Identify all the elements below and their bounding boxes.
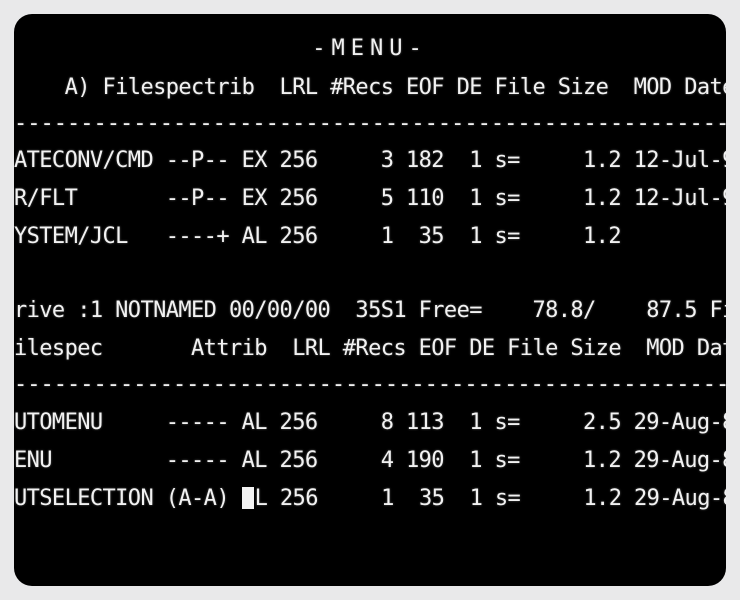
file-row[interactable]: UTOMENU ----- AL 256 8 113 1 s= 2.5 29-A… <box>14 410 726 436</box>
menu-title: -MENU- <box>312 36 428 61</box>
monitor-bezel: -MENU- A) Filespectrib LRL #Recs EOF DE … <box>0 0 740 600</box>
file-row[interactable]: ENU ----- AL 256 4 190 1 s= 1.2 29-Aug-8… <box>14 448 726 474</box>
text-cursor-icon <box>241 487 254 509</box>
file-row-selected[interactable]: UTSELECTION (A-A) L 256 1 35 1 s= 1.2 29… <box>14 486 726 512</box>
column-header-secondary: ilespec Attrib LRL #Recs EOF DE File Siz… <box>14 336 726 361</box>
terminal-screen[interactable]: -MENU- A) Filespectrib LRL #Recs EOF DE … <box>14 14 726 586</box>
divider-bottom: ----------------------------------------… <box>14 372 726 397</box>
divider-top: ----------------------------------------… <box>14 111 726 136</box>
drive-status-line: rive :1 NOTNAMED 00/00/00 35S1 Free= 78.… <box>14 298 726 323</box>
file-row-prefix: UTSELECTION (A-A) <box>14 486 242 511</box>
file-row-suffix: L 256 1 35 1 s= 1.2 29-Aug-80 <box>254 486 726 511</box>
file-row[interactable]: R/FLT --P-- EX 256 5 110 1 s= 1.2 12-Jul… <box>14 186 726 212</box>
file-row[interactable]: ATECONV/CMD --P-- EX 256 3 182 1 s= 1.2 … <box>14 148 726 174</box>
column-header-primary: A) Filespectrib LRL #Recs EOF DE File Si… <box>14 75 726 100</box>
file-row[interactable]: YSTEM/JCL ----+ AL 256 1 35 1 s= 1.2 <box>14 224 726 250</box>
